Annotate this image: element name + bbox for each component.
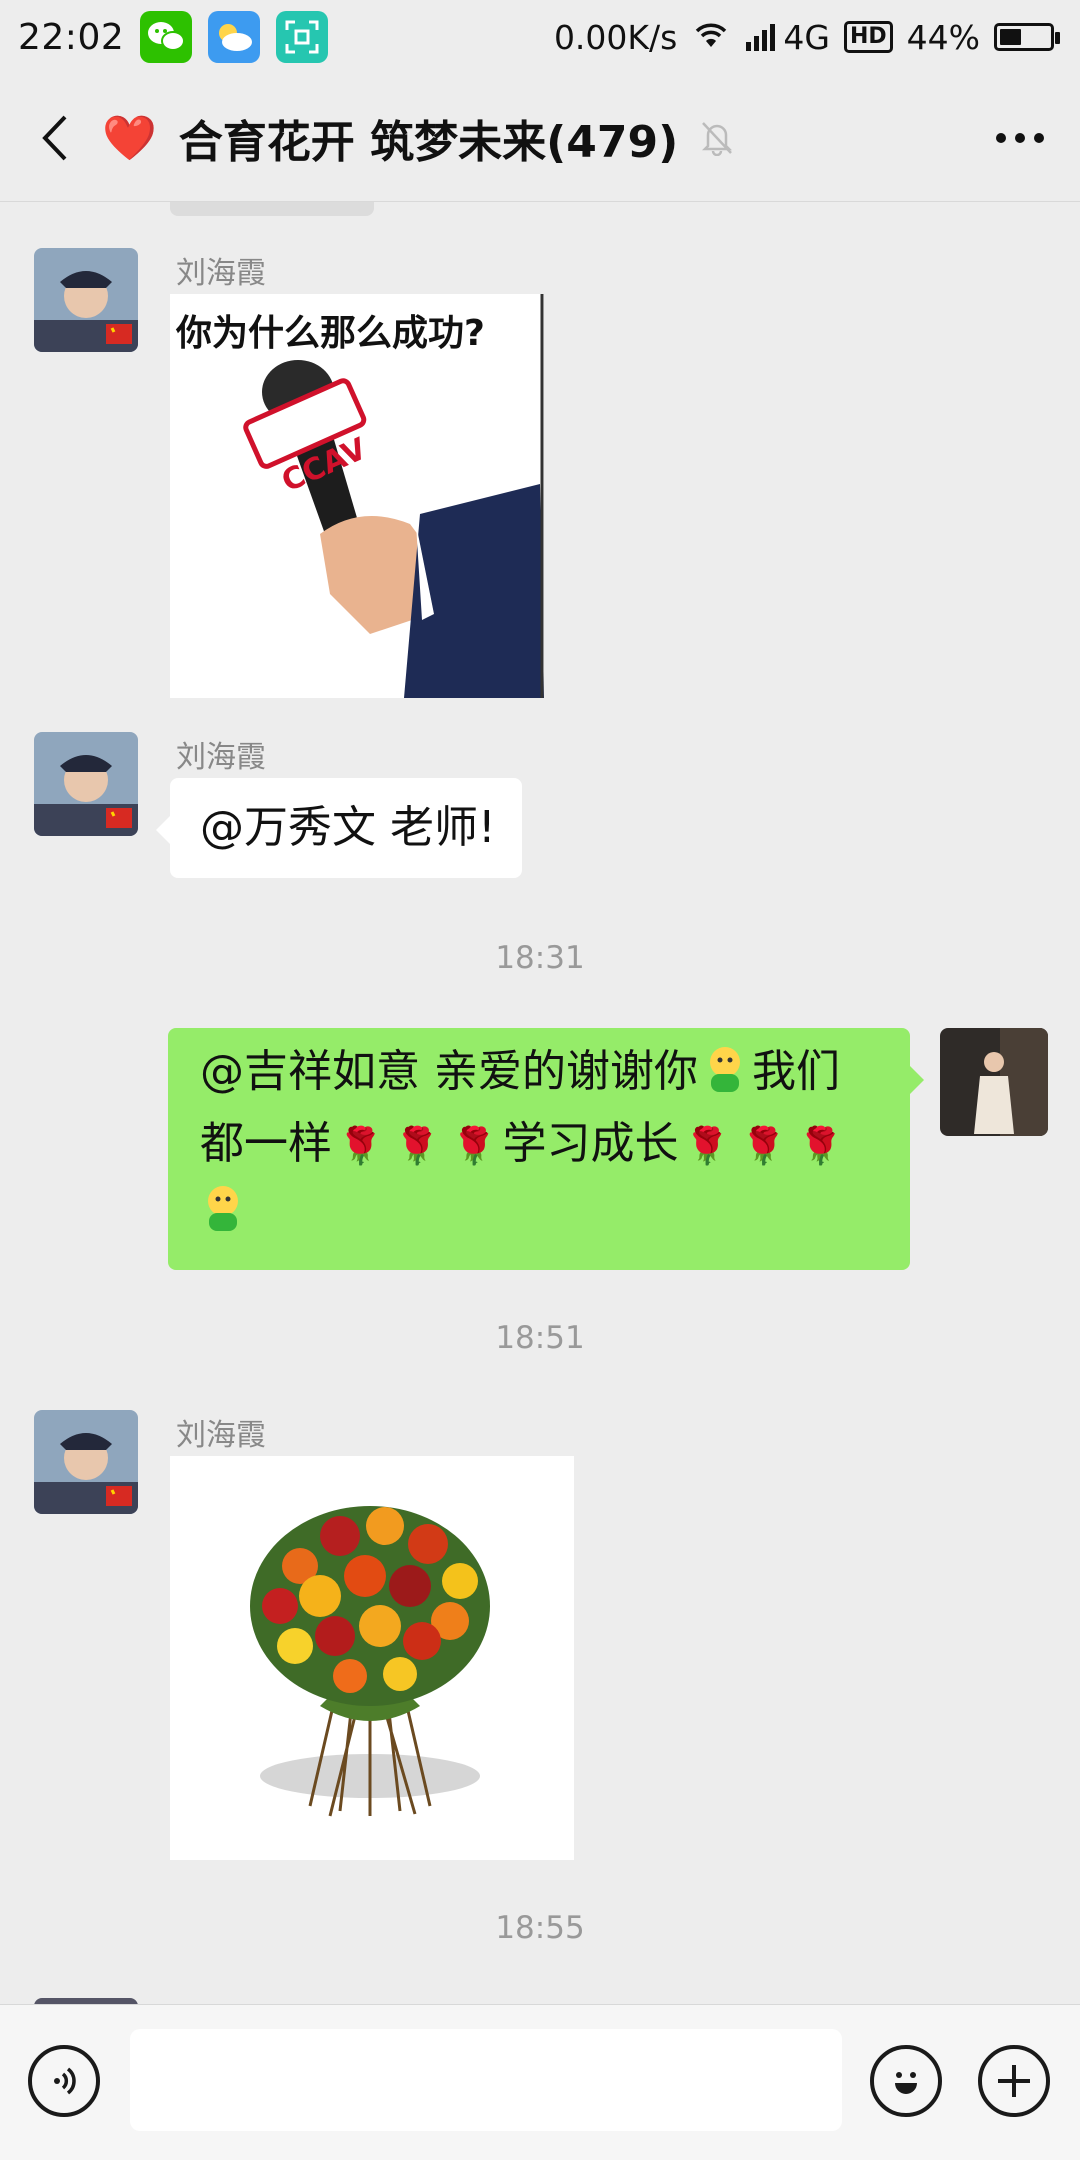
flower-bouquet-image bbox=[250, 1506, 490, 1817]
sender-name: 刘海霞 bbox=[176, 256, 266, 291]
input-bar bbox=[0, 2004, 1080, 2160]
back-button[interactable] bbox=[6, 74, 102, 202]
more-options-button[interactable] bbox=[960, 74, 1080, 202]
avatar-image bbox=[34, 248, 138, 352]
emoji-button[interactable] bbox=[870, 2045, 942, 2117]
avatar[interactable] bbox=[34, 1410, 138, 1514]
smiley-emoji-icon bbox=[702, 1044, 748, 1112]
mute-bell-icon bbox=[702, 121, 733, 156]
text-message[interactable]: @万秀文 老师! bbox=[156, 778, 522, 878]
self-text-message[interactable]: @吉祥如意 亲爱的谢谢你 我们 都一样 🌹 🌹 🌹 学习成长 🌹 🌹 🌹 bbox=[168, 1028, 924, 1270]
sender-name: 刘海霞 bbox=[176, 1418, 266, 1453]
self-avatar[interactable] bbox=[940, 1028, 1048, 1136]
smile-icon bbox=[895, 2072, 917, 2094]
status-time: 22:02 bbox=[18, 16, 125, 58]
image-message[interactable]: 你为什么那么成功? CCAV bbox=[170, 294, 544, 698]
network-type: 4G bbox=[783, 17, 830, 57]
microphone-image bbox=[243, 294, 544, 698]
message-line-3 bbox=[200, 1179, 890, 1251]
signal-icon: 4G bbox=[745, 18, 830, 57]
timestamp: 18:55 bbox=[495, 1910, 585, 1946]
timestamp: 18:51 bbox=[495, 1320, 585, 1356]
avatar-image bbox=[34, 732, 138, 836]
more-icon bbox=[996, 132, 1044, 143]
sender-name: 刘海霞 bbox=[176, 740, 266, 775]
weather-icon bbox=[208, 11, 261, 63]
system-notice bbox=[170, 202, 374, 216]
avatar-image bbox=[34, 1410, 138, 1514]
network-speed: 0.00K/s bbox=[553, 17, 678, 57]
avatar[interactable] bbox=[34, 732, 138, 836]
heart-icon: ❤️ bbox=[102, 112, 157, 164]
message-input[interactable] bbox=[130, 2029, 842, 2131]
smiley-emoji-icon bbox=[200, 1183, 246, 1251]
chat-title: ❤️ 合育花开 筑梦未来(479) bbox=[102, 106, 734, 170]
rose-emoji-icon: 🌹 bbox=[798, 1126, 843, 1167]
wechat-icon bbox=[140, 11, 193, 63]
voice-button[interactable] bbox=[28, 2045, 100, 2117]
avatar[interactable] bbox=[34, 248, 138, 352]
status-bar: 22:02 0.00K/s 4G HD 44% bbox=[0, 0, 1080, 74]
timestamp: 18:31 bbox=[495, 940, 585, 976]
battery-percent: 44% bbox=[906, 17, 980, 57]
battery-level bbox=[1000, 29, 1021, 45]
wifi-icon bbox=[691, 18, 731, 57]
rose-emoji-icon: 🌹 bbox=[741, 1126, 787, 1167]
message-line-1: @吉祥如意 亲爱的谢谢你 我们 bbox=[200, 1040, 890, 1112]
rose-emoji-icon: 🌹 bbox=[338, 1126, 383, 1167]
group-name: 合育花开 筑梦未来(479) bbox=[178, 116, 679, 168]
chat-header: ❤️ 合育花开 筑梦未来(479) bbox=[0, 74, 1080, 202]
message-line-2: 都一样 🌹 🌹 🌹 学习成长 🌹 🌹 🌹 bbox=[200, 1118, 843, 1169]
plus-icon bbox=[998, 2065, 1030, 2097]
battery-icon bbox=[994, 23, 1060, 51]
image-message[interactable] bbox=[170, 1456, 574, 1860]
voice-icon bbox=[54, 2067, 76, 2095]
more-functions-button[interactable] bbox=[978, 2045, 1050, 2117]
rose-emoji-icon: 🌹 bbox=[451, 1126, 497, 1167]
scan-icon bbox=[276, 11, 329, 63]
chat-messages[interactable]: 刘海霞 你为什么那么成功? CCAV 刘海霞 @万秀文 老师! 18:31 @吉… bbox=[0, 202, 1080, 2004]
hd-badge: HD bbox=[843, 21, 893, 53]
message-text: @万秀文 老师! bbox=[200, 802, 496, 853]
chevron-left-icon bbox=[42, 115, 67, 160]
avatar-image bbox=[940, 1028, 1048, 1136]
rose-emoji-icon: 🌹 bbox=[684, 1126, 730, 1167]
rose-emoji-icon: 🌹 bbox=[394, 1126, 440, 1167]
